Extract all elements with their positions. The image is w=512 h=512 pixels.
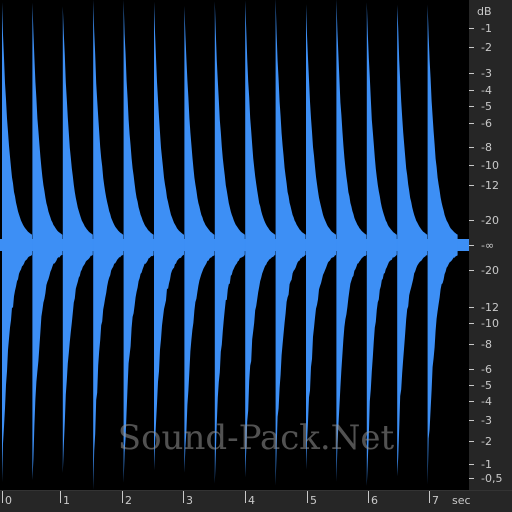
beat-transient xyxy=(214,1,245,484)
time-tick-label: 6 xyxy=(371,494,378,507)
time-tick-label: 0 xyxy=(5,494,12,507)
beat-transient xyxy=(2,2,32,483)
db-tick xyxy=(469,106,474,107)
time-tick-label: 2 xyxy=(125,494,132,507)
db-tick-label: -10 xyxy=(481,317,499,330)
db-unit-label: dB xyxy=(477,5,492,18)
time-tick-label: 3 xyxy=(186,494,193,507)
db-tick xyxy=(469,147,474,148)
db-tick-label: -5 xyxy=(481,100,492,113)
waveform-graph[interactable] xyxy=(0,0,469,490)
db-tick xyxy=(469,123,474,124)
db-tick-label: -3 xyxy=(481,414,492,427)
time-tick xyxy=(245,491,246,503)
time-tick xyxy=(2,491,3,503)
time-unit-label: sec xyxy=(452,494,471,507)
db-tick-label: -12 xyxy=(481,301,499,314)
time-tick xyxy=(122,491,123,503)
time-tick xyxy=(60,491,61,503)
beat-transient xyxy=(123,0,154,483)
db-tick xyxy=(469,47,474,48)
beat-transient xyxy=(306,4,336,470)
time-tick xyxy=(368,491,369,503)
db-tick-label: -1 xyxy=(481,458,492,471)
db-tick xyxy=(469,28,474,29)
time-tick-label: 7 xyxy=(432,494,439,507)
time-tick xyxy=(183,491,184,503)
db-tick xyxy=(469,220,474,221)
db-tick xyxy=(469,420,474,421)
db-tick-label: -8 xyxy=(481,141,492,154)
db-tick-label: -1 xyxy=(481,22,492,35)
db-tick-label: -6 xyxy=(481,117,492,130)
beat-transient xyxy=(397,4,428,477)
db-tick-label: -20 xyxy=(481,264,499,277)
db-tick xyxy=(469,385,474,386)
db-tick xyxy=(469,401,474,402)
time-ruler: sec 0 1 2 3 4 5 6 7 xyxy=(0,490,512,512)
beat-transient xyxy=(32,2,63,480)
db-tick xyxy=(469,478,474,479)
beat-transient xyxy=(93,0,124,490)
db-tick-label: -10 xyxy=(481,159,499,172)
beat-transient xyxy=(184,5,215,473)
db-tick xyxy=(469,245,474,246)
beat-transient xyxy=(366,2,397,486)
db-tick xyxy=(469,323,474,324)
beat-transient xyxy=(427,4,458,485)
db-scale-ruler: dB -1 -2 -3 -4 -5 -6 -8 -10 -12 -20 -∞ -20 -12 -10 -8 -… xyxy=(469,0,512,490)
db-tick-label: -5 xyxy=(481,379,492,392)
time-tick-label: 1 xyxy=(63,494,70,507)
db-tick xyxy=(469,270,474,271)
db-tick-label: -4 xyxy=(481,395,492,408)
db-tick-label: -20 xyxy=(481,214,499,227)
db-tick xyxy=(469,73,474,74)
db-tick-label: -0,5 xyxy=(481,472,503,485)
db-tick-label: -12 xyxy=(481,179,499,192)
beat-transient xyxy=(154,1,184,471)
time-tick-label: 5 xyxy=(310,494,317,507)
db-tick xyxy=(469,165,474,166)
db-tick xyxy=(469,307,474,308)
db-tick xyxy=(469,90,474,91)
beat-transient xyxy=(275,0,306,486)
db-tick-label: -2 xyxy=(481,435,492,448)
time-tick-label: 4 xyxy=(248,494,255,507)
db-tick-label: -8 xyxy=(481,338,492,351)
db-tick-label: -4 xyxy=(481,84,492,97)
db-tick xyxy=(469,185,474,186)
beat-transient xyxy=(62,6,93,474)
time-tick xyxy=(429,491,430,503)
time-tick xyxy=(307,491,308,503)
beat-transient xyxy=(336,0,367,482)
db-tick xyxy=(469,344,474,345)
db-tick xyxy=(469,441,474,442)
db-tick xyxy=(469,369,474,370)
db-tick-label: -3 xyxy=(481,67,492,80)
db-tick-label: -2 xyxy=(481,41,492,54)
db-tick xyxy=(469,464,474,465)
beat-transient xyxy=(245,0,276,478)
db-tick-label: -∞ xyxy=(481,239,495,252)
db-tick-label: -6 xyxy=(481,363,492,376)
waveform-view[interactable] xyxy=(0,0,469,490)
